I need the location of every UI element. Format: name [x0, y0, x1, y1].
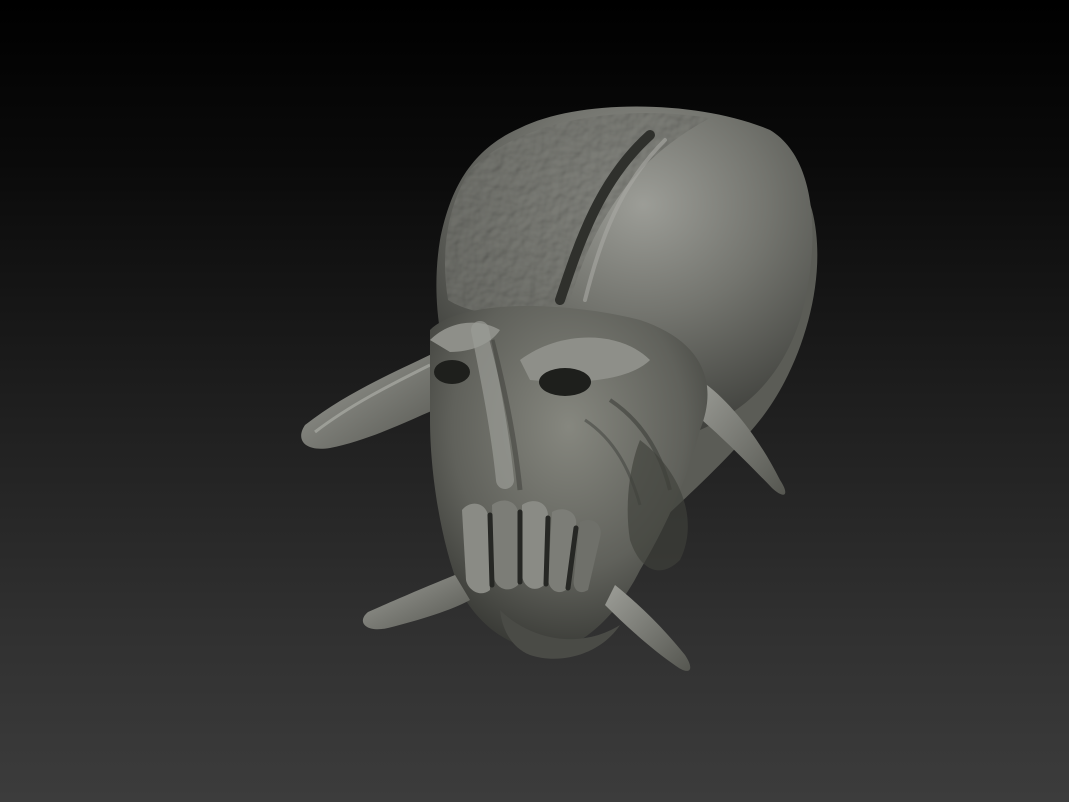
left-eye-socket: [434, 360, 470, 384]
left-horn: [301, 350, 445, 449]
lower-left-tusk: [362, 575, 470, 630]
creature-head-sculpt[interactable]: [0, 0, 1069, 802]
3d-viewport[interactable]: [0, 0, 1069, 802]
right-eye-socket: [539, 368, 591, 396]
